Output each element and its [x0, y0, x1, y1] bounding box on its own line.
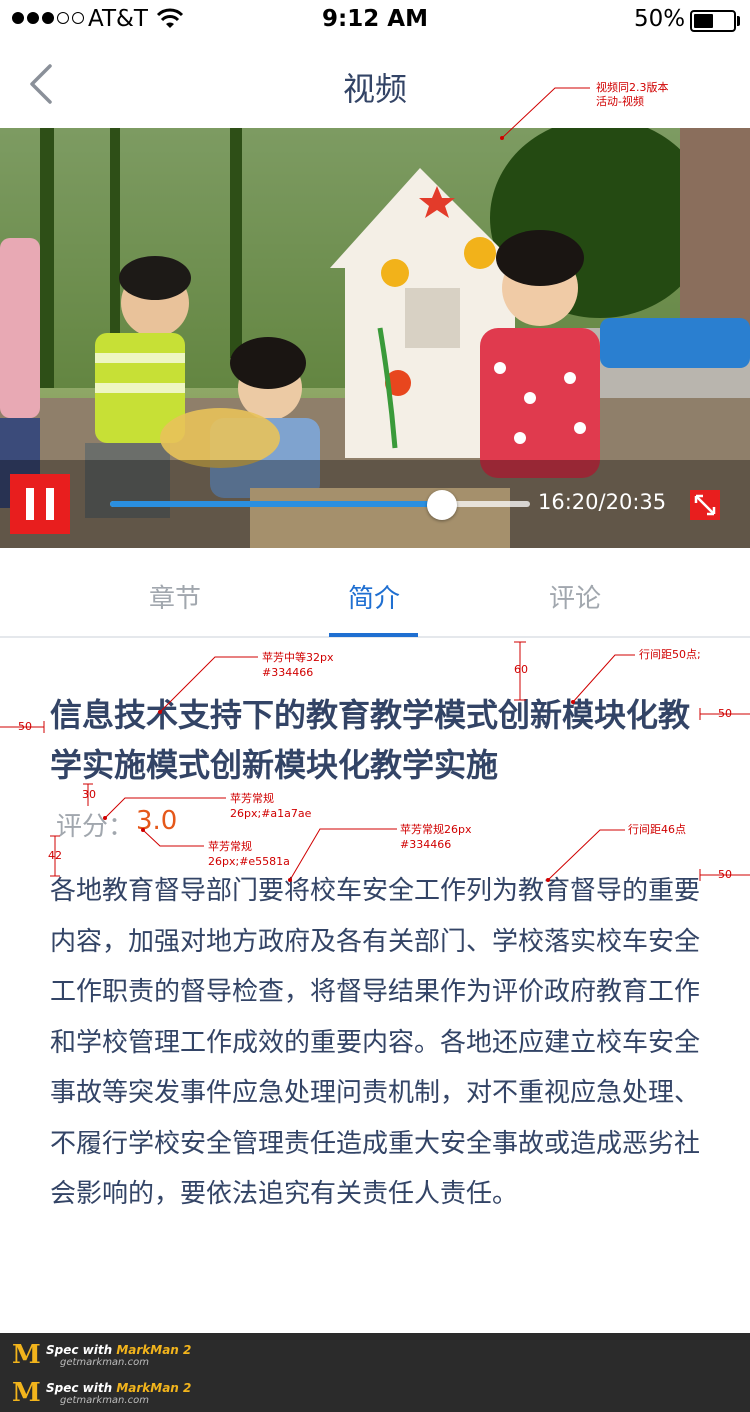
annotation-video-note-1: 视频同2.3版本 — [596, 81, 669, 94]
annotation-rating-label-spec: 26px;#a1a7ae — [230, 807, 312, 820]
tab-chapters[interactable]: 章节 — [75, 578, 275, 615]
annotation-spacing-30: 30 — [82, 788, 96, 801]
tab-bar: 章节 简介 评论 — [0, 548, 750, 638]
markman-brand: MarkMan 2 — [116, 1380, 192, 1395]
annotation-margin-right-1: 50 — [718, 707, 732, 720]
rating-value: 3.0 — [136, 806, 178, 836]
annotation-title-font: 苹芳中等32px — [262, 651, 334, 664]
course-description: 各地教育督导部门要将校车安全工作列为教育督导的重要内容，加强对地方政府及各有关部… — [50, 876, 701, 1209]
annotation-desc-color: #334466 — [400, 838, 452, 851]
progress-bar[interactable] — [110, 501, 530, 507]
annotation-spacing-42: 42 — [48, 849, 62, 862]
markman-logo-icon: M — [12, 1378, 41, 1408]
annotation-margin-left: 50 — [18, 720, 32, 733]
markman-footer: M Spec with MarkMan 2 getmarkman.com M S… — [0, 1333, 750, 1412]
annotation-rating-value-spec: 26px;#e5581a — [208, 855, 290, 868]
markman-brand: MarkMan 2 — [116, 1342, 192, 1357]
markman-badge: M Spec with MarkMan 2 getmarkman.com — [12, 1341, 191, 1369]
markman-badge: M Spec with MarkMan 2 getmarkman.com — [12, 1379, 191, 1407]
markman-prefix: Spec with — [46, 1342, 117, 1357]
annotation-desc-font: 苹芳常规26px — [400, 823, 472, 836]
video-player[interactable]: 16:20/20:35 — [0, 128, 750, 548]
video-controls: 16:20/20:35 — [0, 460, 750, 548]
annotation-video-note-2: 活动-视频 — [596, 95, 644, 108]
rating-label: 评分： — [56, 812, 135, 842]
course-title: 信息技术支持下的教育教学模式创新模块化教学实施模式创新模块化教学实施 — [50, 696, 691, 784]
annotation-desc-line-height: 行间距46点 — [628, 823, 686, 836]
expand-icon — [694, 494, 716, 516]
video-time: 16:20/20:35 — [538, 490, 667, 514]
battery-icon — [690, 10, 736, 32]
annotation-title-color: #334466 — [262, 666, 314, 679]
annotation-title-line-height: 行间距50点; — [639, 648, 701, 661]
annotation-spacing-60: 60 — [514, 663, 528, 676]
markman-prefix: Spec with — [46, 1380, 117, 1395]
annotation-rating-value-font: 苹芳常规 — [208, 840, 252, 853]
annotation-margin-right-2: 50 — [718, 868, 732, 881]
markman-site: getmarkman.com — [60, 1356, 149, 1368]
progress-fill — [110, 501, 442, 507]
annotation-rating-label-font: 苹芳常规 — [230, 792, 274, 805]
tab-comments[interactable]: 评论 — [475, 578, 675, 615]
fullscreen-button[interactable] — [690, 490, 720, 520]
active-tab-indicator — [329, 633, 418, 637]
battery-percent: 50% — [634, 6, 686, 32]
status-bar: AT&T 9:12 AM 50% — [0, 0, 750, 40]
pause-button[interactable] — [10, 474, 70, 534]
progress-thumb[interactable] — [426, 490, 457, 520]
markman-logo-icon: M — [12, 1340, 41, 1370]
tab-intro[interactable]: 简介 — [274, 578, 474, 615]
markman-site: getmarkman.com — [60, 1394, 149, 1406]
